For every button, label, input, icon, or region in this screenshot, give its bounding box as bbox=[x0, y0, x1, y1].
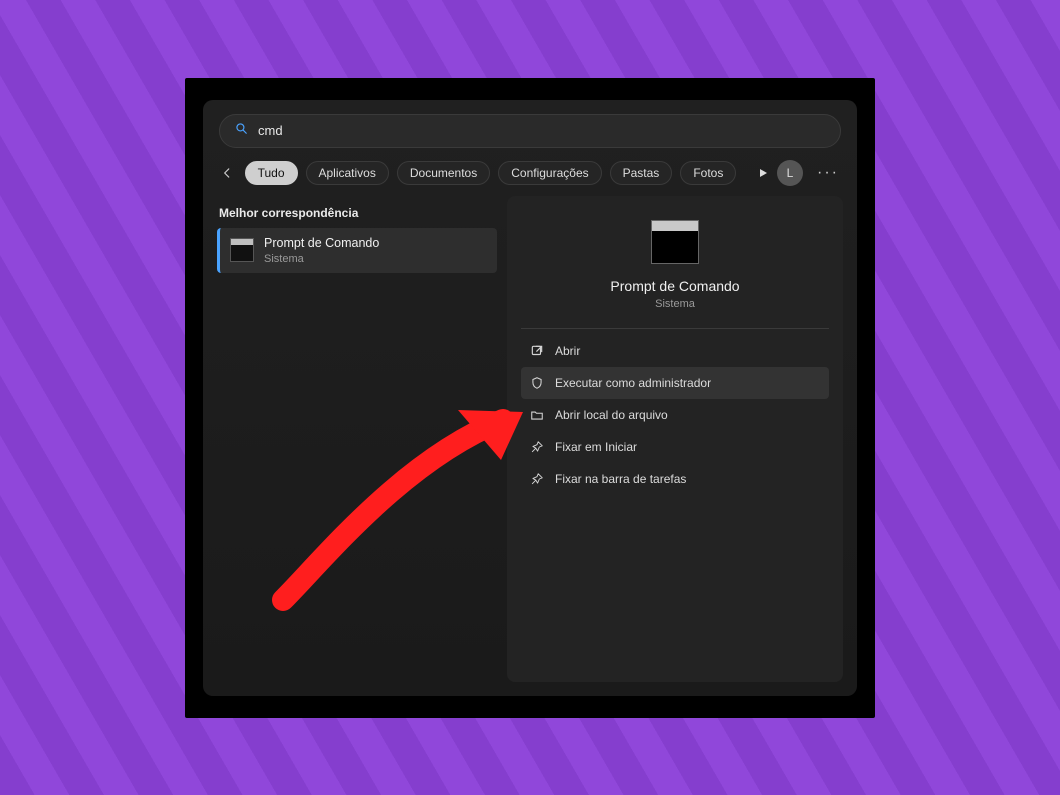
pin-icon bbox=[529, 471, 545, 487]
action-label: Fixar na barra de tarefas bbox=[555, 472, 686, 486]
preview-panel: Prompt de Comando Sistema Abrir bbox=[507, 196, 843, 682]
divider bbox=[521, 328, 829, 329]
result-subtitle: Sistema bbox=[264, 253, 379, 265]
result-prompt-de-comando[interactable]: Prompt de Comando Sistema bbox=[217, 228, 497, 273]
tab-fotos[interactable]: Fotos bbox=[680, 161, 736, 185]
search-icon bbox=[234, 121, 248, 140]
run-as-administrator-action[interactable]: Executar como administrador bbox=[521, 367, 829, 399]
more-categories-button[interactable] bbox=[757, 167, 769, 179]
open-action[interactable]: Abrir bbox=[521, 335, 829, 367]
open-file-location-action[interactable]: Abrir local do arquivo bbox=[521, 399, 829, 431]
action-label: Executar como administrador bbox=[555, 376, 711, 390]
search-bar[interactable] bbox=[219, 114, 841, 148]
tab-configuracoes[interactable]: Configurações bbox=[498, 161, 601, 185]
overflow-menu-button[interactable]: ··· bbox=[815, 164, 841, 182]
user-avatar[interactable]: L bbox=[777, 160, 803, 186]
cmd-app-icon bbox=[230, 238, 254, 262]
tab-pastas[interactable]: Pastas bbox=[610, 161, 673, 185]
result-title: Prompt de Comando bbox=[264, 236, 379, 251]
windows-search-window: Tudo Aplicativos Documentos Configuraçõe… bbox=[203, 100, 857, 696]
filter-tabs-row: Tudo Aplicativos Documentos Configuraçõe… bbox=[203, 158, 857, 196]
back-button[interactable] bbox=[219, 163, 235, 183]
action-label: Fixar em Iniciar bbox=[555, 440, 637, 454]
open-external-icon bbox=[529, 343, 545, 359]
pin-icon bbox=[529, 439, 545, 455]
page-background: Tudo Aplicativos Documentos Configuraçõe… bbox=[0, 0, 1060, 795]
screenshot-frame: Tudo Aplicativos Documentos Configuraçõe… bbox=[185, 78, 875, 718]
pin-to-start-action[interactable]: Fixar em Iniciar bbox=[521, 431, 829, 463]
results-left-column: Melhor correspondência Prompt de Comando… bbox=[217, 196, 497, 682]
tab-documentos[interactable]: Documentos bbox=[397, 161, 490, 185]
tab-aplicativos[interactable]: Aplicativos bbox=[306, 161, 389, 185]
shield-admin-icon bbox=[529, 375, 545, 391]
search-input[interactable] bbox=[258, 123, 826, 138]
tab-tudo[interactable]: Tudo bbox=[245, 161, 298, 185]
pin-to-taskbar-action[interactable]: Fixar na barra de tarefas bbox=[521, 463, 829, 495]
preview-title: Prompt de Comando bbox=[610, 278, 739, 294]
preview-subtitle: Sistema bbox=[655, 298, 695, 310]
best-match-label: Melhor correspondência bbox=[217, 202, 497, 228]
preview-app-icon bbox=[651, 220, 699, 264]
action-label: Abrir local do arquivo bbox=[555, 408, 668, 422]
preview-actions: Abrir Executar como administrador bbox=[521, 335, 829, 495]
folder-icon bbox=[529, 407, 545, 423]
action-label: Abrir bbox=[555, 344, 580, 358]
results-body: Melhor correspondência Prompt de Comando… bbox=[203, 196, 857, 696]
